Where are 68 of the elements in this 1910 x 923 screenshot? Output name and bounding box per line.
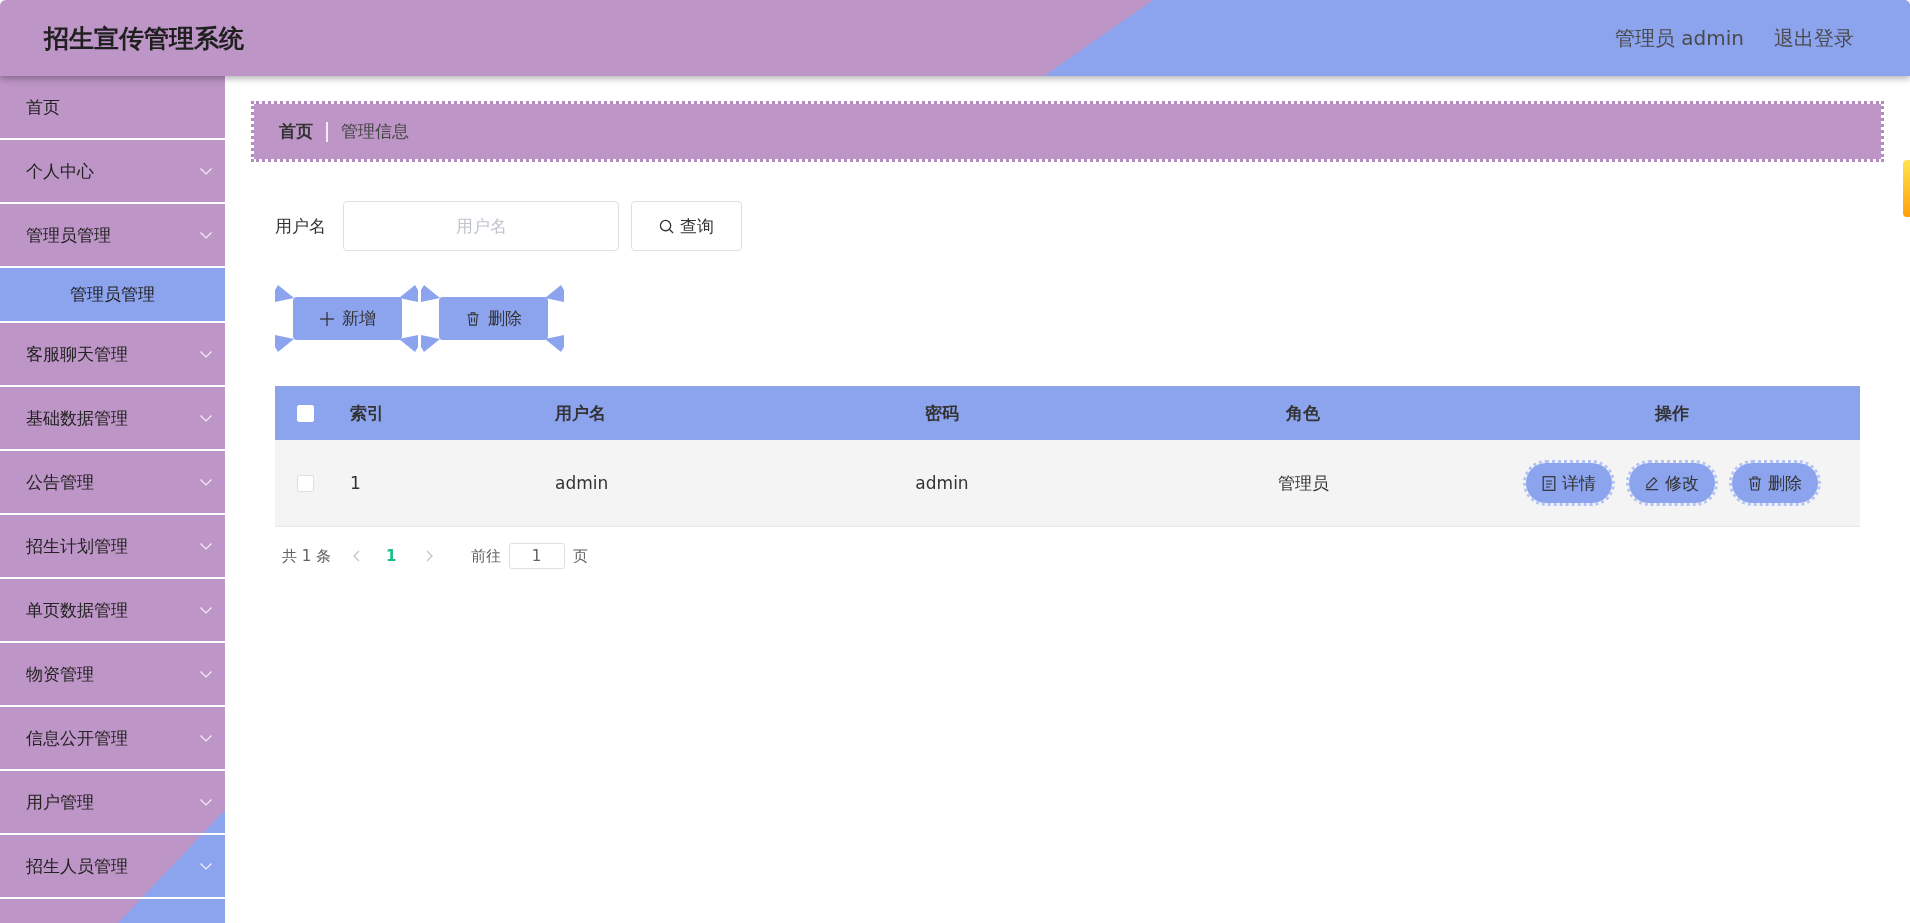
- goto-label: 前往: [470, 546, 501, 566]
- chevron-down-icon: [200, 734, 212, 742]
- sidebar-item[interactable]: 公告管理: [0, 451, 225, 515]
- chevron-down-icon: [200, 670, 212, 678]
- table-cell: admin: [555, 473, 609, 493]
- edit-button[interactable]: 修改: [1625, 460, 1718, 506]
- logout-link[interactable]: 退出登录: [1774, 24, 1854, 52]
- trash-icon: [1747, 475, 1762, 491]
- chevron-down-icon: [200, 606, 212, 614]
- chevron-down-icon: [200, 414, 212, 422]
- corner-flare: [421, 285, 440, 302]
- app-title: 招生宣传管理系统: [44, 22, 244, 55]
- column-header: 索引: [350, 401, 384, 425]
- delete-button[interactable]: 删除: [439, 297, 548, 340]
- table-cell: 管理员: [1277, 471, 1329, 495]
- username-input[interactable]: 用户名: [343, 201, 619, 251]
- search-label: 用户名: [275, 214, 326, 238]
- sidebar-item[interactable]: 物资管理: [0, 643, 225, 707]
- corner-flare: [545, 335, 564, 352]
- page-jump-field[interactable]: 1: [508, 543, 565, 569]
- corner-flare: [399, 335, 418, 352]
- chevron-down-icon: [200, 167, 212, 175]
- sidebar-item[interactable]: 个人中心: [0, 140, 225, 204]
- page-suffix: 页: [572, 546, 588, 566]
- plus-icon: [319, 311, 334, 326]
- corner-flare: [545, 285, 564, 302]
- document-icon: [1541, 475, 1556, 491]
- sidebar-subitem[interactable]: 管理员管理: [0, 268, 225, 323]
- chevron-down-icon: [200, 231, 212, 239]
- corner-flare: [421, 335, 440, 352]
- trash-icon: [465, 311, 480, 326]
- total-count: 共 1 条: [282, 546, 332, 566]
- table-cell: admin: [915, 473, 969, 493]
- table-cell: 1: [350, 473, 361, 493]
- breadcrumb-current: 管理信息: [341, 120, 409, 143]
- corner-flare: [275, 335, 294, 352]
- floating-side-tab[interactable]: [1903, 160, 1910, 217]
- chevron-down-icon: [200, 350, 212, 358]
- sidebar-item[interactable]: 信息公开管理: [0, 707, 225, 771]
- sidebar-item[interactable]: 基础数据管理: [0, 387, 225, 451]
- search-icon: [659, 218, 674, 234]
- sidebar-item[interactable]: 单页数据管理: [0, 579, 225, 643]
- pencil-icon: [1644, 475, 1659, 491]
- breadcrumb-link[interactable]: 首页: [279, 120, 313, 143]
- corner-flare: [275, 285, 294, 302]
- select-all-checkbox[interactable]: [296, 404, 314, 422]
- sidebar-item[interactable]: 招生人员管理: [0, 835, 225, 899]
- column-header: 用户名: [555, 401, 606, 425]
- row-checkbox[interactable]: [296, 474, 314, 492]
- sidebar-item[interactable]: 客服聊天管理: [0, 323, 225, 387]
- current-user: 管理员 admin: [1614, 24, 1744, 52]
- chevron-down-icon: [200, 798, 212, 806]
- add-button[interactable]: 新增: [293, 297, 402, 340]
- sidebar-item[interactable]: 招生计划管理: [0, 515, 225, 579]
- details-button[interactable]: 详情: [1522, 460, 1615, 506]
- corner-flare: [399, 285, 418, 302]
- column-header: 密码: [925, 401, 959, 425]
- column-header: 角色: [1286, 401, 1320, 425]
- next-page-icon[interactable]: [425, 550, 433, 562]
- sidebar-item[interactable]: 用户管理: [0, 771, 225, 835]
- column-header: 操作: [1654, 401, 1689, 425]
- delete-row-button[interactable]: 删除: [1728, 460, 1821, 506]
- prev-page-icon[interactable]: [353, 550, 361, 562]
- search-button[interactable]: 查询: [631, 201, 742, 251]
- chevron-down-icon: [200, 862, 212, 870]
- chevron-down-icon: [200, 542, 212, 550]
- sidebar-item[interactable]: 首页: [0, 76, 225, 140]
- chevron-down-icon: [200, 478, 212, 486]
